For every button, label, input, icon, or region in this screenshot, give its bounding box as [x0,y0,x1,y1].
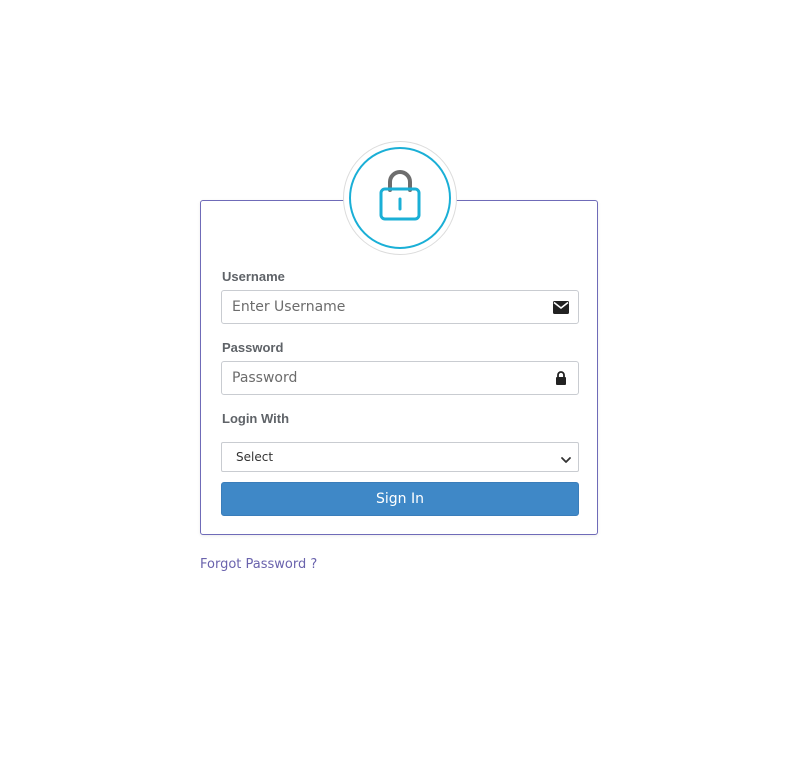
password-input[interactable] [222,362,542,394]
login-with-label: Login With [222,411,290,426]
sign-in-button[interactable]: Sign In [221,482,579,516]
password-label: Password [222,340,284,355]
lock-ring [349,147,451,249]
password-field-container [221,361,579,395]
padlock-icon [552,370,569,386]
username-label: Username [222,269,285,284]
username-field-container [221,290,579,324]
login-with-selected-value: Select [236,450,274,464]
lock-badge [343,141,457,255]
lock-icon [378,169,422,227]
username-input[interactable] [222,291,542,323]
chevron-down-icon [560,452,572,463]
envelope-icon [552,299,569,315]
forgot-password-link[interactable]: Forgot Password ? [200,557,317,572]
login-with-select[interactable]: Select [221,442,579,472]
login-page: Username Password Login With Select [0,0,800,774]
